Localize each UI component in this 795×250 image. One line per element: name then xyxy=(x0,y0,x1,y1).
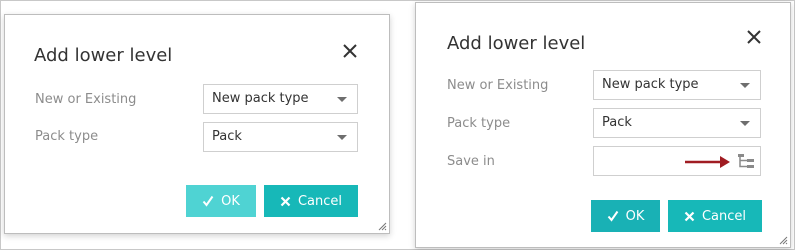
chevron-down-icon xyxy=(337,135,347,140)
cancel-button[interactable]: Cancel xyxy=(264,185,358,217)
add-lower-level-dialog-right: Add lower level New or Existing New pack… xyxy=(415,2,791,248)
cancel-label: Cancel xyxy=(297,193,343,209)
tree-structure-icon[interactable] xyxy=(737,153,755,169)
ok-button[interactable]: OK xyxy=(591,200,660,232)
pack-type-select[interactable]: Pack xyxy=(593,108,761,138)
new-or-existing-select[interactable]: New pack type xyxy=(203,84,358,114)
new-or-existing-select[interactable]: New pack type xyxy=(593,70,761,100)
ok-label: OK xyxy=(221,193,240,209)
resize-grip-icon[interactable] xyxy=(778,235,788,245)
ok-label: OK xyxy=(625,208,645,224)
x-icon xyxy=(684,211,695,222)
dialog-title: Add lower level xyxy=(34,45,173,66)
chevron-down-icon xyxy=(740,121,750,126)
pack-type-value: Pack xyxy=(602,115,632,130)
chevron-down-icon xyxy=(337,97,347,102)
cancel-button[interactable]: Cancel xyxy=(668,200,762,232)
checkmark-icon xyxy=(607,210,619,222)
dialog-title: Add lower level xyxy=(447,33,586,54)
chevron-down-icon xyxy=(740,83,750,88)
add-lower-level-dialog-left: Add lower level New or Existing New pack… xyxy=(4,14,390,234)
ok-button[interactable]: OK xyxy=(186,185,256,217)
close-button[interactable] xyxy=(744,27,764,47)
save-in-label: Save in xyxy=(447,154,495,169)
resize-grip-icon[interactable] xyxy=(377,221,387,231)
pack-type-select[interactable]: Pack xyxy=(203,122,358,152)
new-or-existing-label: New or Existing xyxy=(447,78,549,93)
x-icon xyxy=(280,196,291,207)
close-icon xyxy=(343,44,357,58)
new-or-existing-label: New or Existing xyxy=(35,92,137,107)
new-or-existing-value: New pack type xyxy=(602,77,699,92)
pack-type-label: Pack type xyxy=(35,129,99,144)
checkmark-icon xyxy=(202,195,214,207)
cancel-label: Cancel xyxy=(701,208,747,224)
close-button[interactable] xyxy=(340,41,360,61)
close-icon xyxy=(747,30,761,44)
pack-type-value: Pack xyxy=(212,129,242,144)
pack-type-label: Pack type xyxy=(447,116,511,131)
save-in-field[interactable] xyxy=(593,146,761,176)
new-or-existing-value: New pack type xyxy=(212,91,309,106)
